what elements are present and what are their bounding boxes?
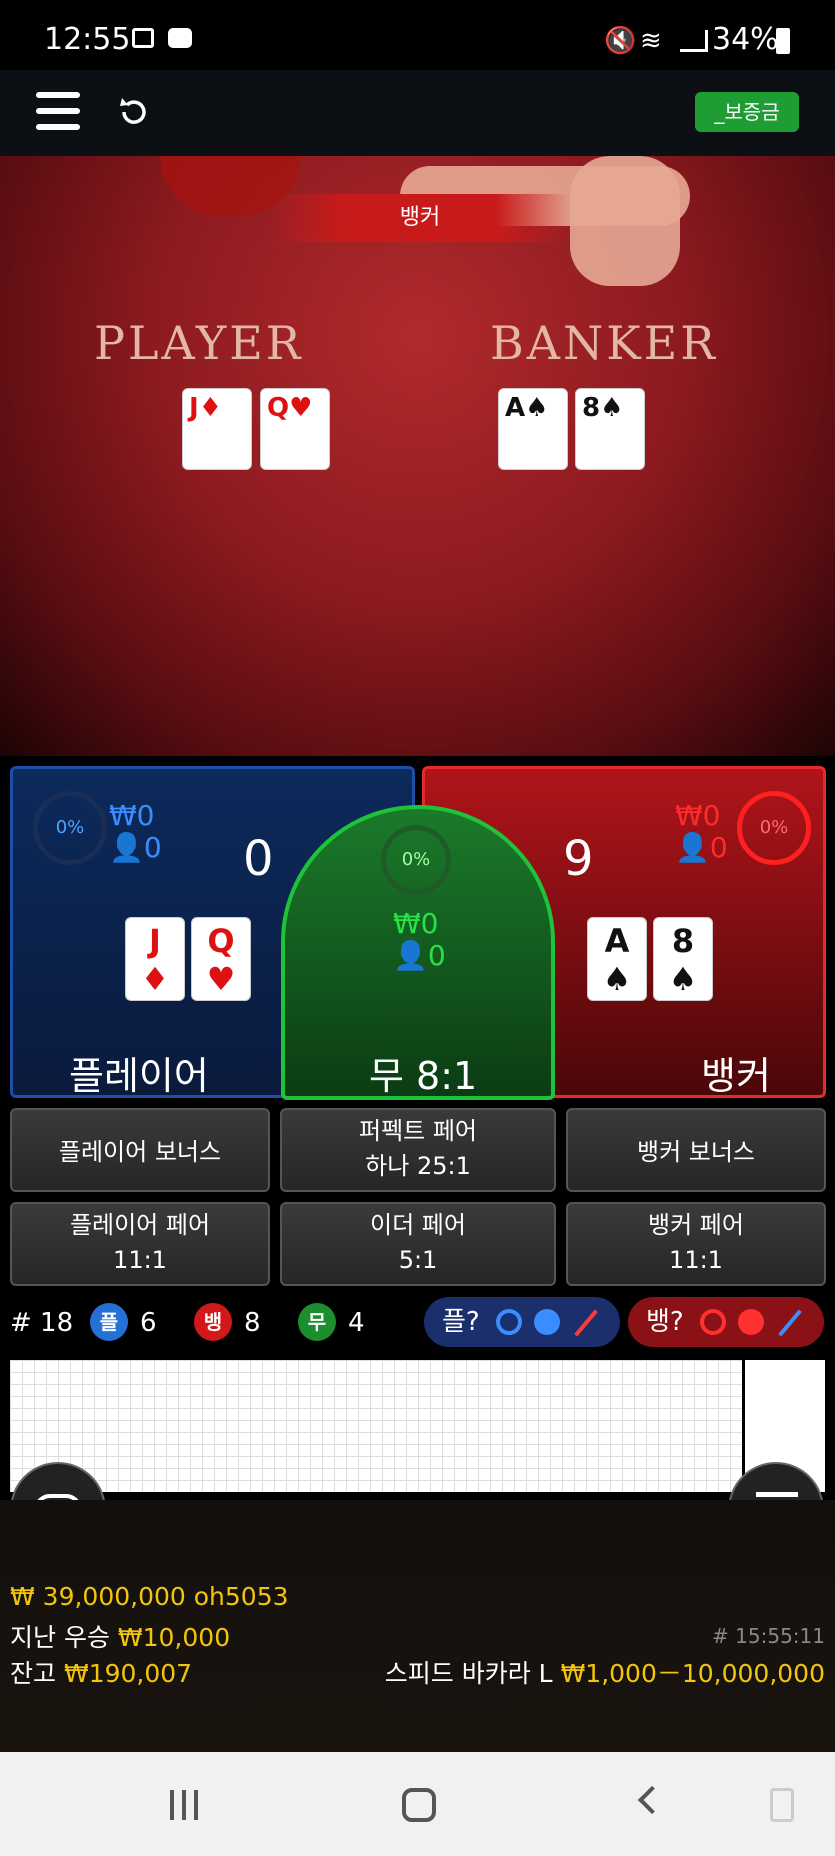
banker-bet-amount: ₩0 (675, 799, 721, 832)
tie-users: 👤0 (393, 939, 446, 972)
player-count-badge: 플 (90, 1303, 128, 1341)
last-win: 지난 우승 ₩10,000 (10, 1623, 231, 1652)
recent-apps-button[interactable] (170, 1790, 200, 1820)
result-banner: 뱅커 (270, 194, 570, 242)
perfect-pair-button[interactable]: 퍼펙트 페어 하나 25:1 (280, 1108, 556, 1192)
tie-percent-circle: 0% (381, 825, 451, 895)
table-banker-label: BANKER (490, 316, 718, 370)
player-pair-button[interactable]: 플레이어 페어 11:1 (10, 1202, 270, 1286)
player-bonus-button[interactable]: 플레이어 보너스 (10, 1108, 270, 1192)
bead-road-grid[interactable] (10, 1360, 742, 1492)
slash-icon (778, 1309, 802, 1337)
hollow-circle-icon (496, 1309, 522, 1335)
status-time: 12:55 (44, 22, 131, 57)
player-percent-circle: 0% (33, 791, 107, 865)
table-player-card-1: J♦ (182, 388, 252, 470)
table-player-card-2: Q♥ (260, 388, 330, 470)
tie-bet-area[interactable]: 0% ₩0 👤0 무 8:1 (281, 805, 555, 1100)
banker-label: 뱅커 (701, 1054, 771, 1098)
banker-score: 9 (563, 831, 594, 887)
table-player-label: PLAYER (94, 316, 304, 370)
player-label: 플레이어 (69, 1054, 209, 1098)
player-predict-button[interactable]: 플? (424, 1297, 620, 1347)
tie-count: 4 (348, 1308, 365, 1338)
deposit-button[interactable]: _보증금 (695, 92, 799, 132)
either-pair-button[interactable]: 이더 페어 5:1 (280, 1202, 556, 1286)
table-limits: 스피드 바카라 L ₩1,000－10,000,000 (384, 1659, 825, 1688)
banker-percent-circle: 0% (737, 791, 811, 865)
live-video (0, 156, 835, 756)
refresh-icon (120, 98, 146, 124)
player-count: 6 (140, 1308, 157, 1338)
player-card-1: J ♦ (125, 917, 185, 1001)
round-time: # 15:55:11 (712, 1624, 825, 1648)
banker-card-2: 8 ♠ (653, 917, 713, 1001)
user-icon: 👤 (109, 831, 144, 864)
tie-bet-amount: ₩0 (393, 907, 439, 940)
keyboard-switch-icon[interactable] (770, 1788, 794, 1822)
slash-icon (574, 1309, 598, 1337)
filled-circle-icon (534, 1309, 560, 1335)
game-header: _보증금 (0, 70, 835, 156)
banker-card-1: A ♠ (587, 917, 647, 1001)
back-button[interactable] (637, 1785, 667, 1815)
hollow-circle-icon (700, 1309, 726, 1335)
player-score: 0 (243, 831, 274, 887)
tie-count-badge: 무 (298, 1303, 336, 1341)
home-button[interactable] (402, 1788, 436, 1822)
banker-bonus-button[interactable]: 뱅커 보너스 (566, 1108, 826, 1192)
tie-label: 무 8:1 (369, 1054, 478, 1098)
banker-count: 8 (244, 1308, 261, 1338)
balance: 잔고 ₩190,007 (10, 1659, 193, 1688)
round-number: # 18 (10, 1308, 74, 1338)
android-nav-bar (0, 1752, 835, 1856)
battery-icon (776, 28, 790, 54)
banker-users: 👤0 (675, 831, 728, 864)
footer-info: ₩ 39,000,000 oh5053 지난 우승 ₩10,000 잔고 ₩19… (0, 1500, 835, 1752)
filled-circle-icon (738, 1309, 764, 1335)
user-icon: 👤 (393, 939, 428, 972)
status-bar: 12:55 🔇 ≋ 34% (0, 0, 835, 70)
message-icon (168, 28, 192, 48)
player-users: 👤0 (109, 831, 162, 864)
refresh-button[interactable] (114, 92, 154, 132)
signal-icon (680, 30, 708, 52)
banker-predict-button[interactable]: 뱅? (628, 1297, 824, 1347)
wifi-icon: ≋ (640, 26, 662, 56)
table-banker-card-2: 8♠ (575, 388, 645, 470)
battery-percent: 34% (712, 22, 779, 57)
banker-count-badge: 뱅 (194, 1303, 232, 1341)
menu-button[interactable] (36, 92, 80, 130)
user-icon: 👤 (675, 831, 710, 864)
mute-icon: 🔇 (604, 26, 637, 56)
player-bet-amount: ₩0 (109, 799, 155, 832)
gallery-icon (132, 28, 154, 48)
player-card-2: Q ♥ (191, 917, 251, 1001)
dealer-hand-right (570, 156, 680, 286)
table-banker-card-1: A♠ (498, 388, 568, 470)
jackpot-text: ₩ 39,000,000 oh5053 (10, 1582, 289, 1611)
banker-pair-button[interactable]: 뱅커 페어 11:1 (566, 1202, 826, 1286)
